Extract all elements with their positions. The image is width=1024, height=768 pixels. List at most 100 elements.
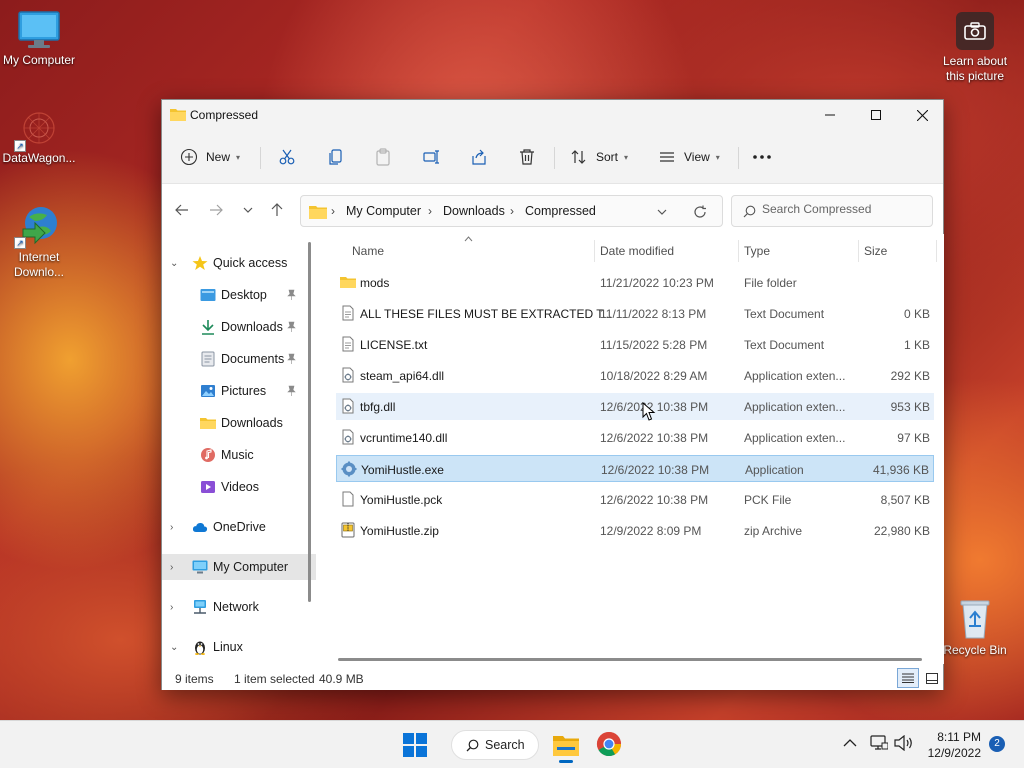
toolbar-divider bbox=[260, 147, 261, 169]
tiles-view-button[interactable] bbox=[922, 668, 942, 688]
system-clock[interactable]: 8:11 PM 12/9/2022 bbox=[928, 729, 981, 761]
sidebar-scrollbar[interactable] bbox=[308, 242, 311, 602]
file-date: 10/18/2022 8:29 AM bbox=[600, 369, 708, 383]
notification-badge[interactable]: 2 bbox=[989, 736, 1005, 752]
file-row-license[interactable]: LICENSE.txt 11/15/2022 5:28 PM Text Docu… bbox=[336, 331, 934, 358]
network-status-icon bbox=[870, 735, 889, 750]
search-box[interactable] bbox=[731, 195, 933, 227]
file-list-scrollbar[interactable] bbox=[338, 658, 922, 661]
dll-icon bbox=[342, 367, 354, 383]
learn-about-picture[interactable]: Learn about this picture bbox=[936, 12, 1014, 84]
recycle-bin-icon bbox=[960, 600, 990, 639]
file-type: zip Archive bbox=[744, 524, 803, 538]
chevron-right-icon[interactable]: › bbox=[170, 602, 182, 613]
forward-button[interactable] bbox=[206, 200, 226, 220]
file-row-yomihustle-pck[interactable]: YomiHustle.pck 12/6/2022 10:38 PM PCK Fi… bbox=[336, 486, 934, 513]
breadcrumb-my-computer[interactable]: My Computer bbox=[346, 204, 421, 218]
show-hidden-icons-button[interactable] bbox=[843, 737, 857, 751]
music-icon bbox=[201, 448, 215, 462]
chevron-right-icon[interactable]: › bbox=[170, 522, 182, 533]
column-divider[interactable] bbox=[594, 240, 595, 262]
taskbar-chrome[interactable] bbox=[596, 731, 624, 759]
chevron-down-icon[interactable]: ⌄ bbox=[170, 642, 182, 653]
sidebar-item-network[interactable]: › Network bbox=[162, 594, 316, 620]
chevron-down-icon[interactable]: ⌄ bbox=[170, 258, 182, 269]
more-options-button[interactable] bbox=[752, 144, 772, 170]
minimize-button[interactable] bbox=[807, 100, 853, 130]
breadcrumb-downloads[interactable]: Downloads bbox=[443, 204, 505, 218]
network-icon bbox=[194, 600, 206, 614]
sidebar-item-label: Pictures bbox=[221, 384, 267, 398]
column-divider[interactable] bbox=[858, 240, 859, 262]
breadcrumb-compressed[interactable]: Compressed bbox=[525, 204, 596, 218]
search-input[interactable] bbox=[762, 202, 922, 216]
details-view-button[interactable] bbox=[897, 668, 919, 688]
taskbar-search-button[interactable]: Search bbox=[451, 730, 539, 760]
file-row-mods[interactable]: mods 11/21/2022 10:23 PM File folder bbox=[336, 269, 934, 296]
sidebar-item-downloads-pinned[interactable]: Downloads bbox=[162, 314, 316, 340]
column-header-date[interactable]: Date modified bbox=[600, 244, 674, 258]
sidebar-item-pictures[interactable]: Pictures bbox=[162, 378, 316, 404]
desktop-icon-datawagon[interactable]: ↗ DataWagon... bbox=[0, 108, 78, 166]
sidebar-item-desktop[interactable]: Desktop bbox=[162, 282, 316, 308]
file-row-readme[interactable]: ALL THESE FILES MUST BE EXTRACTED T... 1… bbox=[336, 300, 934, 327]
file-row-steam-api[interactable]: steam_api64.dll 10/18/2022 8:29 AM Appli… bbox=[336, 362, 934, 389]
chevron-right-icon[interactable]: › bbox=[170, 562, 182, 573]
copy-button[interactable] bbox=[327, 144, 345, 170]
title-bar[interactable]: Compressed bbox=[162, 100, 943, 130]
file-row-vcruntime[interactable]: vcruntime140.dll 12/6/2022 10:38 PM Appl… bbox=[336, 424, 934, 451]
file-type: Text Document bbox=[744, 307, 825, 321]
recent-locations-button[interactable] bbox=[238, 200, 258, 220]
sidebar-item-my-computer[interactable]: › My Computer bbox=[162, 554, 316, 580]
file-date: 11/15/2022 5:28 PM bbox=[600, 338, 708, 352]
refresh-icon[interactable] bbox=[693, 205, 707, 219]
file-row-yomihustle-exe[interactable]: YomiHustle.exe 12/6/2022 10:38 PM Applic… bbox=[336, 455, 934, 482]
file-row-tbfg[interactable]: tbfg.dll 12/6/2022 10:38 PM Application … bbox=[336, 393, 934, 420]
start-button[interactable] bbox=[403, 733, 427, 757]
shortcut-arrow-icon: ↗ bbox=[14, 237, 26, 249]
cut-button[interactable] bbox=[278, 144, 296, 170]
up-button[interactable] bbox=[267, 200, 287, 220]
active-app-indicator bbox=[559, 760, 573, 763]
sidebar-item-videos[interactable]: Videos bbox=[162, 474, 316, 500]
shortcut-arrow-icon: ↗ bbox=[14, 140, 26, 152]
cloud-icon bbox=[192, 522, 208, 532]
pin-icon bbox=[287, 385, 296, 396]
sidebar-item-music[interactable]: Music bbox=[162, 442, 316, 468]
network-status-button[interactable] bbox=[870, 735, 889, 754]
sidebar-item-linux[interactable]: ⌄ Linux bbox=[162, 634, 316, 660]
desktop-icon-internet-download-manager[interactable]: ↗ Internet Downlo... bbox=[0, 203, 78, 280]
file-type: Text Document bbox=[744, 338, 825, 352]
close-button[interactable] bbox=[899, 100, 945, 130]
rename-button[interactable] bbox=[422, 144, 440, 170]
sidebar-item-documents[interactable]: Documents bbox=[162, 346, 316, 372]
sidebar-item-onedrive[interactable]: › OneDrive bbox=[162, 514, 316, 540]
sidebar-item-quick-access[interactable]: ⌄ Quick access bbox=[162, 250, 316, 276]
scissors-icon bbox=[279, 149, 295, 165]
share-button[interactable] bbox=[470, 144, 488, 170]
sidebar-item-label: Downloads bbox=[221, 416, 283, 430]
status-selected: 1 item selected bbox=[234, 672, 315, 686]
column-header-size[interactable]: Size bbox=[864, 244, 887, 258]
delete-button[interactable] bbox=[518, 144, 536, 170]
sidebar-item-label: Network bbox=[213, 600, 259, 614]
paste-button[interactable] bbox=[374, 144, 392, 170]
column-header-name[interactable]: Name bbox=[352, 244, 384, 258]
view-button[interactable]: View ▾ bbox=[658, 144, 720, 170]
clock-time: 8:11 PM bbox=[937, 730, 981, 744]
taskbar-file-explorer[interactable] bbox=[551, 730, 581, 763]
maximize-button[interactable] bbox=[853, 100, 899, 130]
column-divider[interactable] bbox=[936, 240, 937, 262]
address-bar[interactable]: › My Computer › Downloads › Compressed bbox=[300, 195, 723, 227]
column-header-type[interactable]: Type bbox=[744, 244, 770, 258]
column-divider[interactable] bbox=[738, 240, 739, 262]
sidebar-item-downloads-folder[interactable]: Downloads bbox=[162, 410, 316, 436]
back-button[interactable] bbox=[172, 200, 192, 220]
volume-button[interactable] bbox=[894, 734, 914, 754]
new-button[interactable]: New ▾ bbox=[180, 144, 240, 170]
desktop-icon-my-computer[interactable]: My Computer bbox=[0, 10, 78, 68]
desktop-icon-recycle-bin[interactable]: Recycle Bin bbox=[936, 596, 1014, 658]
file-row-yomihustle-zip[interactable]: YomiHustle.zip 12/9/2022 8:09 PM zip Arc… bbox=[336, 517, 934, 544]
sort-button[interactable]: Sort ▾ bbox=[570, 144, 628, 170]
chevron-down-icon[interactable] bbox=[657, 209, 667, 215]
